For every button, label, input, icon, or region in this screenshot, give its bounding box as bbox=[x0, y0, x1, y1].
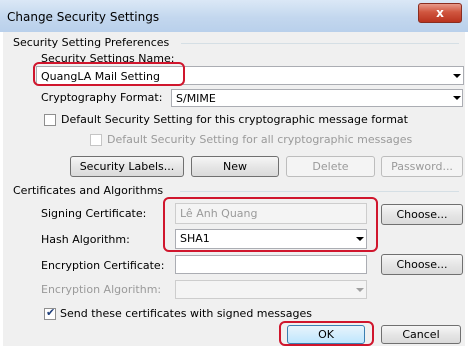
encryption-certificate-label: Encryption Certificate: bbox=[41, 259, 165, 272]
close-button[interactable]: x bbox=[418, 3, 462, 23]
encryption-algorithm-select[interactable] bbox=[175, 280, 367, 299]
default-all-checkbox[interactable] bbox=[90, 134, 102, 146]
security-settings-name-value: QuangLA Mail Setting bbox=[41, 70, 160, 83]
send-certificates-label: Send these certificates with signed mess… bbox=[60, 307, 312, 320]
preferences-divider bbox=[181, 43, 459, 44]
delete-button[interactable]: Delete bbox=[286, 156, 375, 177]
checkmark-icon: ✔ bbox=[46, 306, 56, 319]
hash-algorithm-select[interactable]: SHA1 bbox=[175, 229, 367, 249]
hash-algorithm-value: SHA1 bbox=[180, 232, 210, 245]
signing-certificate-field: Lê Anh Quang bbox=[175, 203, 367, 224]
default-all-label: Default Security Setting for all cryptog… bbox=[107, 133, 413, 146]
send-certificates-checkbox[interactable]: ✔ bbox=[44, 306, 56, 320]
new-button[interactable]: New bbox=[191, 156, 279, 177]
chevron-down-icon[interactable] bbox=[453, 74, 461, 78]
default-format-label: Default Security Setting for this crypto… bbox=[61, 113, 408, 126]
preferences-group-title: Security Setting Preferences bbox=[13, 36, 170, 49]
signing-certificate-value: Lê Anh Quang bbox=[180, 207, 258, 220]
signing-choose-button[interactable]: Choose... bbox=[381, 204, 463, 225]
signing-certificate-label: Signing Certificate: bbox=[41, 207, 147, 220]
title-bar: Change Security Settings x bbox=[0, 0, 468, 32]
chevron-down-icon[interactable] bbox=[356, 288, 364, 292]
cancel-button[interactable]: Cancel bbox=[381, 325, 461, 344]
security-settings-name-label: Security Settings Name: bbox=[41, 52, 175, 65]
chevron-down-icon[interactable] bbox=[453, 96, 461, 100]
hash-algorithm-label: Hash Algorithm: bbox=[41, 233, 130, 246]
encryption-algorithm-label: Encryption Algorithm: bbox=[41, 283, 162, 296]
encryption-choose-button[interactable]: Choose... bbox=[381, 254, 463, 275]
cryptography-format-value: S/MIME bbox=[176, 92, 216, 105]
chevron-down-icon[interactable] bbox=[356, 237, 364, 241]
window-title: Change Security Settings bbox=[7, 10, 160, 24]
security-settings-name-combo[interactable]: QuangLA Mail Setting bbox=[36, 66, 464, 85]
ok-button[interactable]: OK bbox=[287, 325, 365, 344]
password-button[interactable]: Password... bbox=[381, 156, 463, 177]
encryption-certificate-field[interactable] bbox=[175, 255, 367, 274]
security-labels-button[interactable]: Security Labels... bbox=[70, 156, 184, 177]
cryptography-format-select[interactable]: S/MIME bbox=[171, 89, 463, 107]
dialog-body: Security Setting Preferences Security Se… bbox=[3, 32, 465, 346]
cryptography-format-label: Cryptography Format: bbox=[41, 91, 163, 104]
certificates-divider bbox=[180, 191, 459, 192]
close-icon: x bbox=[436, 6, 444, 20]
certificates-group-title: Certificates and Algorithms bbox=[13, 184, 164, 197]
default-format-checkbox[interactable] bbox=[44, 114, 56, 126]
